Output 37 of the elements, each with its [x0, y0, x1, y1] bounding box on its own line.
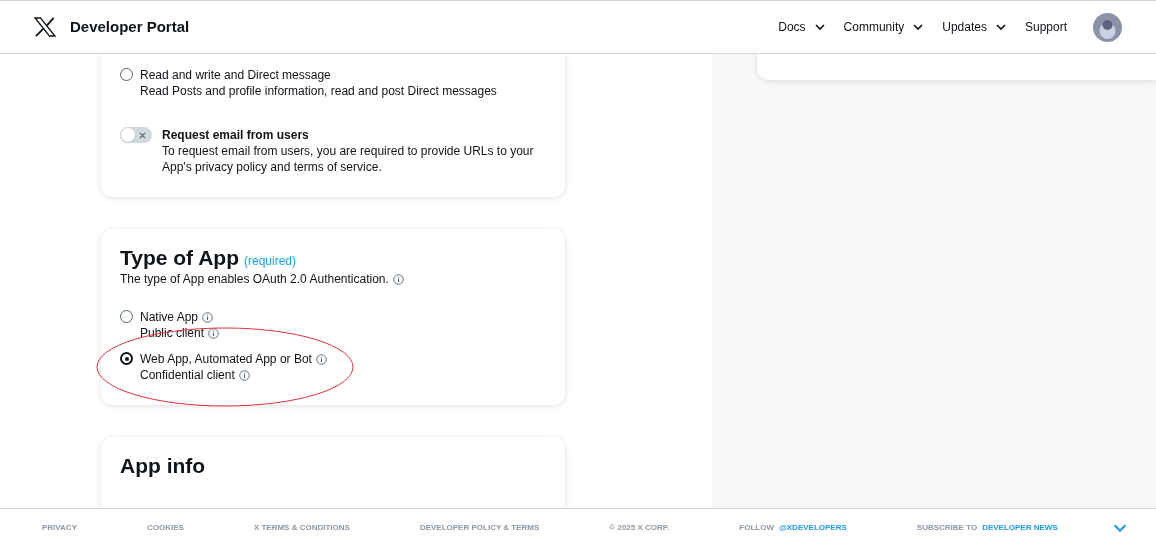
nav-menu-item[interactable]: Community — [843, 18, 925, 36]
nav-menu-item[interactable]: Docs — [778, 18, 826, 36]
option-description: Read Posts and profile information, read and post Direct messages — [140, 83, 497, 99]
info-icon[interactable] — [392, 273, 404, 285]
info-icon[interactable] — [315, 353, 327, 365]
section-description: The type of App enables OAuth 2.0 Authentication. — [120, 271, 389, 287]
radio-button[interactable] — [120, 68, 133, 81]
option-description: Confidential client — [140, 367, 235, 383]
radio-button[interactable] — [120, 352, 133, 365]
section-heading: App info — [120, 453, 207, 479]
toggle-description: To request email from users, you are required to provide URLs to your App's privacy policy and terms of service. — [162, 143, 535, 175]
footer-text: SUBSCRIBE TO — [916, 521, 978, 534]
footer-text: FOLLOW — [739, 521, 774, 534]
radio-button[interactable] — [120, 310, 133, 323]
footer-link[interactable]: @XDEVELOPERS — [779, 521, 847, 534]
option-label: Web App, Automated App or Bot — [140, 351, 312, 367]
required-label: (required) — [244, 253, 297, 270]
info-icon[interactable] — [202, 311, 214, 323]
option-label: Read and write and Direct message — [140, 67, 332, 83]
user-avatar[interactable] — [1093, 12, 1122, 42]
nav-menu-item[interactable]: Support — [1024, 18, 1067, 36]
footer-link[interactable]: PRIVACY — [42, 521, 77, 534]
x-logo-icon[interactable] — [34, 17, 56, 37]
toggle-switch[interactable] — [120, 127, 152, 143]
footer-link[interactable]: DEVELOPER POLICY & TERMS — [419, 521, 540, 534]
toggle-label: Request email from users — [162, 127, 310, 143]
footer-link[interactable]: COOKIES — [146, 521, 184, 534]
footer-link[interactable]: © 2025 X CORP. — [609, 521, 670, 534]
footer-link[interactable]: X TERMS & CONDITIONS — [253, 521, 350, 534]
cross-icon — [139, 131, 146, 139]
footer-link[interactable]: DEVELOPER NEWS — [982, 521, 1058, 534]
nav-menu-item[interactable]: Updates — [942, 18, 1007, 36]
info-icon[interactable] — [208, 327, 220, 339]
option-label: Native App — [140, 309, 199, 325]
portal-title[interactable]: Developer Portal — [70, 15, 190, 39]
info-icon[interactable] — [238, 369, 250, 381]
section-heading: Type of App — [120, 245, 239, 271]
